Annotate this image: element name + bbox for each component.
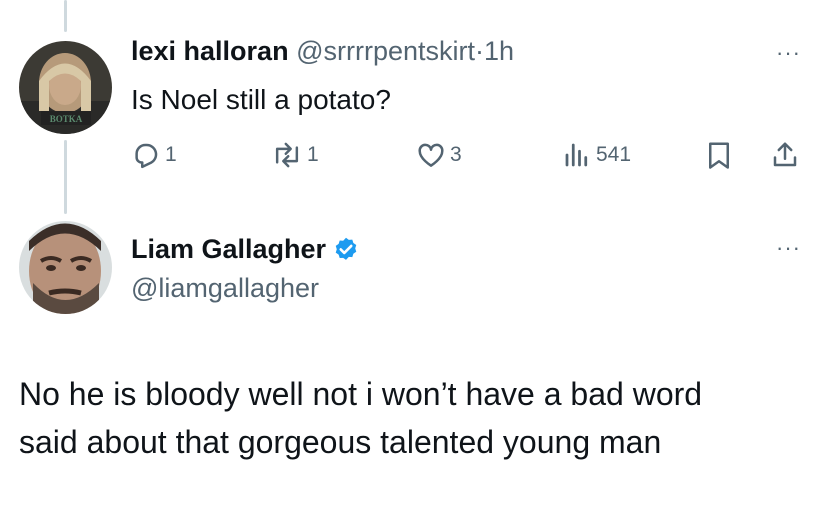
timestamp[interactable]: 1h [484,36,514,66]
handle[interactable]: @srrrrpentskirt [296,36,475,66]
reply-header: lexi halloran @srrrrpentskirt·1h [131,36,514,67]
retweet-icon [275,142,299,168]
tweet-text-line-1: No he is bloody well not i won’t have a … [19,376,703,412]
more-icon[interactable]: ··· [776,237,801,259]
bookmark-icon [709,142,729,169]
bookmark-button[interactable] [705,140,733,170]
share-icon [773,142,797,167]
thread-line-top [64,0,67,32]
reply-button[interactable]: 1 [131,140,177,170]
avatar-photo [19,221,112,314]
display-name[interactable]: Liam Gallagher [131,234,326,265]
tweet-text-line-2: said about that gorgeous talented young … [19,424,662,460]
like-button[interactable]: 3 [416,140,462,170]
retweet-count: 1 [307,143,319,166]
tweet-text: No he is bloody well not i won’t have a … [19,370,702,466]
thread-line-middle [64,140,67,214]
like-count: 3 [450,143,462,166]
retweet-button[interactable]: 1 [271,140,319,170]
views-button[interactable]: 541 [562,140,631,170]
views-icon [565,143,588,167]
avatar[interactable] [19,221,112,314]
main-header: Liam Gallagher [131,234,360,265]
display-name[interactable]: lexi halloran [131,36,289,66]
share-button[interactable] [770,140,800,170]
handle[interactable]: @liamgallagher [131,273,319,304]
reply-icon [135,143,158,169]
views-count: 541 [596,143,632,166]
like-icon [418,143,444,167]
avatar-photo: BOTKA [19,41,112,134]
verified-badge-icon[interactable] [332,236,360,264]
separator: · [475,36,484,66]
reply-count: 1 [165,143,177,166]
more-icon[interactable]: ··· [776,42,801,64]
svg-text:BOTKA: BOTKA [50,114,83,124]
avatar[interactable]: BOTKA [19,41,112,134]
reply-text: Is Noel still a potato? [131,84,391,115]
